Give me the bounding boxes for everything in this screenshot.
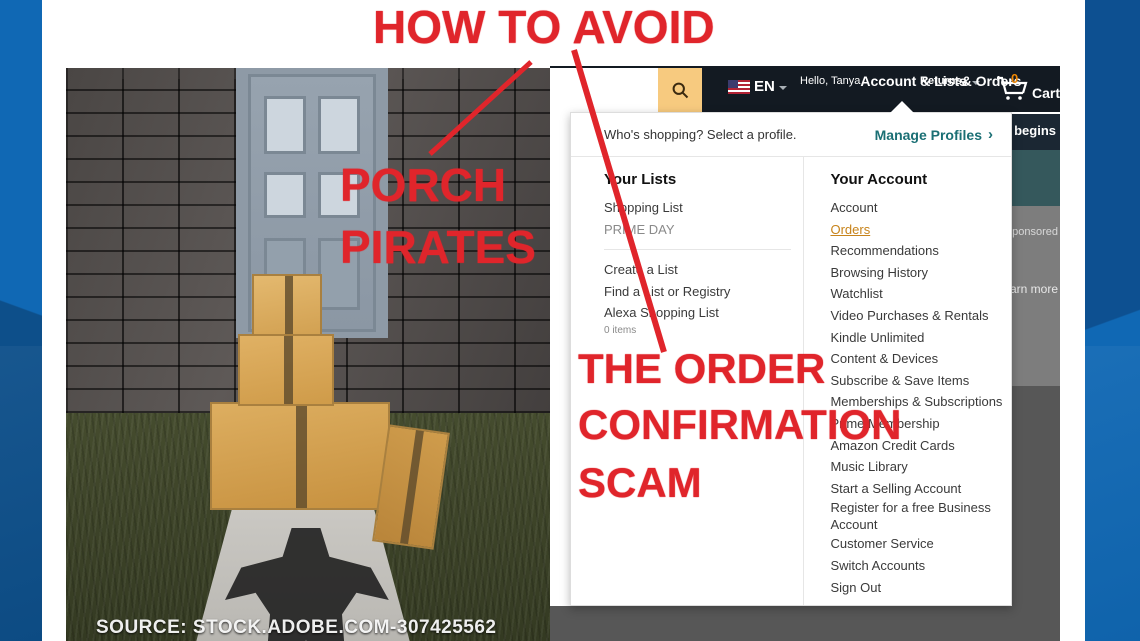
your-account-item[interactable]: Video Purchases & Rentals	[830, 305, 1011, 327]
cart-button[interactable]: 0 Cart	[995, 71, 1060, 102]
your-account-item[interactable]: Register for a free Business Account	[830, 499, 1011, 533]
cart-count-badge: 0	[1011, 71, 1019, 86]
screenshot-stage: SOURCE: STOCK.ADOBE.COM-307425562 begins…	[0, 0, 1140, 641]
profile-prompt: Who's shopping? Select a profile.	[604, 127, 797, 142]
your-account-item[interactable]: Account	[830, 197, 1011, 219]
box-tape	[296, 404, 307, 508]
your-account-item[interactable]: Watchlist	[830, 283, 1011, 305]
your-lists-actions: Create a List Find a List or Registry Alex…	[604, 259, 803, 337]
your-account-column: Your Account Account Orders Recommendation…	[804, 157, 1011, 605]
manage-profiles-link[interactable]: Manage Profiles ›	[875, 126, 993, 143]
profile-selector-row[interactable]: Who's shopping? Select a profile. Manage…	[571, 113, 1011, 157]
door-pane	[264, 172, 306, 218]
your-account-item[interactable]: Customer Service	[830, 533, 1011, 555]
left-blue-shade	[0, 346, 42, 641]
background-teal-panel	[1004, 150, 1060, 206]
page-dim-overlay-bottom	[550, 606, 1060, 641]
us-flag-icon	[728, 79, 750, 94]
right-blue-bar	[1085, 0, 1140, 641]
door-pane	[264, 96, 306, 154]
cart-label: Cart	[1032, 85, 1060, 101]
your-lists-item[interactable]: PRIME DAY	[604, 219, 803, 241]
your-lists-action: 0 items	[604, 324, 637, 336]
your-account-item[interactable]: Content & Devices	[830, 348, 1011, 370]
overlay-porch-text: PORCH	[340, 159, 507, 211]
your-account-item[interactable]: Recommendations	[830, 240, 1011, 262]
chevron-down-icon	[778, 86, 787, 90]
your-account-item[interactable]: Switch Accounts	[830, 555, 1011, 577]
your-account-item[interactable]: Sign Out	[830, 577, 1011, 599]
overlay-confirmation-text: CONFIRMATION	[578, 401, 902, 448]
account-greeting: Hello, Tanya	[800, 74, 861, 87]
page-dim-overlay-right	[1004, 386, 1060, 606]
left-blue-bar	[0, 0, 42, 641]
sponsored-label: Sponsored	[1004, 226, 1058, 238]
your-lists-action[interactable]: Create a List	[604, 259, 803, 281]
your-lists-action[interactable]: Find a List or Registry	[604, 281, 803, 303]
your-account-items: Account Orders Recommendations Browsing His…	[830, 197, 1011, 598]
porch-package-photo: SOURCE: STOCK.ADOBE.COM-307425562	[66, 68, 550, 641]
cardboard-box	[238, 334, 334, 406]
your-account-item[interactable]: Start a Selling Account	[830, 478, 1011, 500]
divider	[604, 249, 792, 251]
your-account-item[interactable]: Subscribe & Save Items	[830, 370, 1011, 392]
amazon-header: EN Hello, Tanya Account & Lists Returns …	[550, 66, 1060, 112]
search-input[interactable]	[550, 68, 658, 112]
your-lists-item[interactable]: Shopping List	[604, 197, 803, 219]
your-lists-items: Shopping List PRIME DAY	[604, 197, 803, 240]
photo-source-credit: SOURCE: STOCK.ADOBE.COM-307425562	[96, 617, 497, 638]
language-label: EN	[754, 78, 775, 95]
your-account-title: Your Account	[830, 171, 928, 188]
background-navy-text: begins	[1014, 123, 1056, 138]
your-account-item[interactable]: Orders	[830, 219, 1011, 241]
search-icon[interactable]	[658, 68, 702, 112]
right-blue-shade	[1085, 346, 1140, 641]
door-pane	[318, 96, 360, 154]
box-tape	[285, 276, 293, 334]
overlay-headline: HOW TO AVOID	[373, 1, 715, 53]
background-sponsored-panel: Sponsored Learn more	[997, 206, 1060, 386]
returns-label: Returns	[920, 74, 962, 87]
your-lists-action[interactable]: Alexa Shopping List	[604, 302, 803, 324]
language-selector[interactable]: EN	[728, 78, 787, 95]
overlay-scam-text: SCAM	[578, 459, 702, 506]
your-account-item[interactable]: Music Library	[830, 456, 1011, 478]
overlay-order-text: THE ORDER	[578, 345, 826, 392]
cardboard-box	[252, 274, 322, 336]
your-lists-title: Your Lists	[604, 171, 677, 188]
box-tape	[400, 430, 424, 545]
background-navy-banner: begins	[1004, 114, 1060, 150]
flyout-caret	[889, 101, 915, 114]
box-tape	[284, 336, 293, 404]
your-account-item[interactable]: Kindle Unlimited	[830, 327, 1011, 349]
search-bar[interactable]	[550, 68, 702, 112]
overlay-pirates-text: PIRATES	[340, 221, 536, 273]
cardboard-box	[210, 402, 390, 510]
your-account-item[interactable]: Browsing History	[830, 262, 1011, 284]
chevron-right-icon: ›	[988, 126, 993, 143]
